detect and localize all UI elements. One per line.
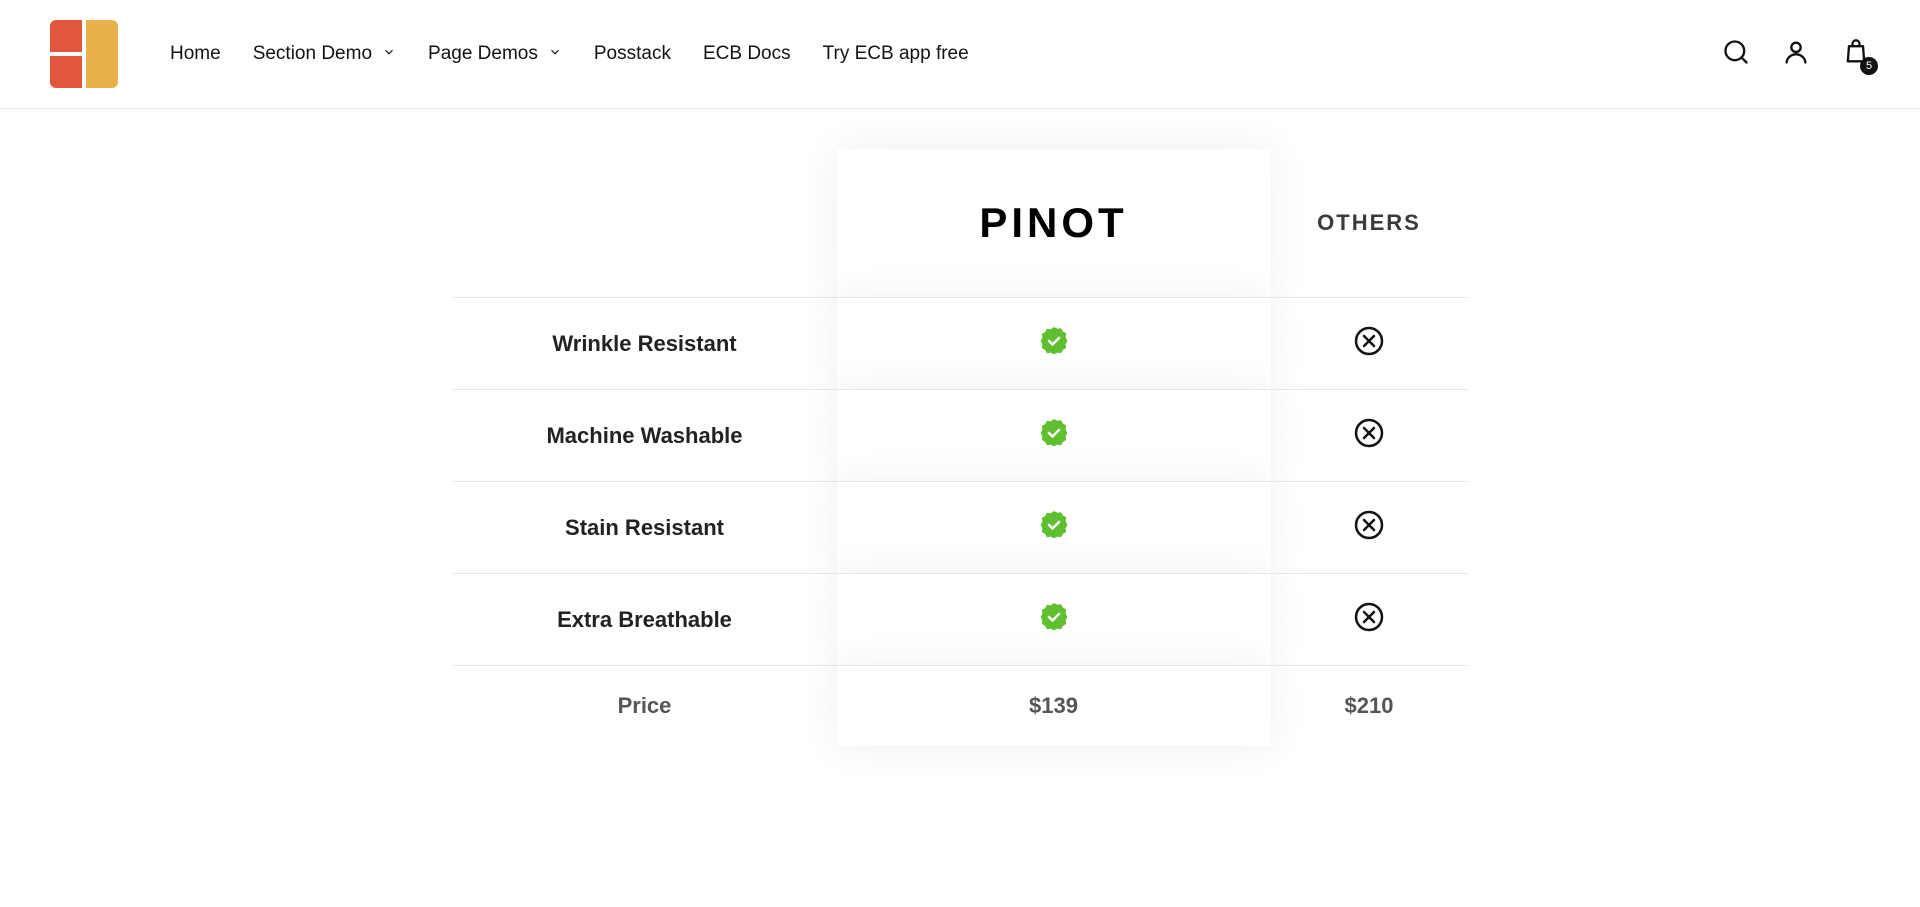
comparison-table: PINOT OTHERS Wrinkle ResistantMachine Wa…: [453, 149, 1468, 746]
nav-label: Page Demos: [428, 43, 538, 65]
nav-try-ecb[interactable]: Try ECB app free: [823, 43, 969, 65]
price-row: Price$139$210: [453, 666, 1468, 747]
others-label: OTHERS: [1281, 210, 1458, 236]
header-actions: 5: [1722, 38, 1870, 71]
nav-label: Try ECB app free: [823, 43, 969, 65]
table-row: Stain Resistant: [453, 482, 1468, 574]
search-button[interactable]: [1722, 38, 1750, 71]
price-label: Price: [453, 666, 837, 747]
brand-cell: [837, 298, 1271, 390]
brand-cell: [837, 574, 1271, 666]
feature-label: Wrinkle Resistant: [453, 298, 837, 390]
search-icon: [1722, 38, 1750, 66]
other-cell: [1271, 390, 1468, 482]
brand-cell: [837, 482, 1271, 574]
x-circle-icon: [1353, 509, 1385, 541]
x-circle-icon: [1353, 325, 1385, 357]
table-row: Extra Breathable: [453, 574, 1468, 666]
table-row: Machine Washable: [453, 390, 1468, 482]
check-badge-icon: [1038, 601, 1070, 633]
check-badge-icon: [1038, 509, 1070, 541]
brand-logo-text: PINOT: [847, 199, 1261, 247]
x-circle-icon: [1353, 417, 1385, 449]
nav-posstack[interactable]: Posstack: [594, 43, 671, 65]
main-content: PINOT OTHERS Wrinkle ResistantMachine Wa…: [0, 109, 1920, 786]
nav-page-demos[interactable]: Page Demos: [428, 43, 562, 65]
nav-label: Posstack: [594, 43, 671, 65]
other-cell: [1271, 482, 1468, 574]
brand-price: $139: [837, 666, 1271, 747]
other-cell: [1271, 574, 1468, 666]
cart-button[interactable]: 5: [1842, 38, 1870, 71]
site-header: Home Section Demo Page Demos Posstack EC…: [0, 0, 1920, 109]
feature-label: Extra Breathable: [453, 574, 837, 666]
nav-label: Home: [170, 43, 221, 65]
site-logo[interactable]: [50, 20, 118, 88]
table-header-row: PINOT OTHERS: [453, 149, 1468, 298]
others-header: OTHERS: [1271, 149, 1468, 298]
nav-ecb-docs[interactable]: ECB Docs: [703, 43, 791, 65]
chevron-down-icon: [548, 43, 562, 65]
check-badge-icon: [1038, 417, 1070, 449]
table-row: Wrinkle Resistant: [453, 298, 1468, 390]
x-circle-icon: [1353, 601, 1385, 633]
nav-label: Section Demo: [253, 43, 372, 65]
user-icon: [1782, 38, 1810, 66]
other-price: $210: [1271, 666, 1468, 747]
chevron-down-icon: [382, 43, 396, 65]
nav-section-demo[interactable]: Section Demo: [253, 43, 396, 65]
feature-label: Stain Resistant: [453, 482, 837, 574]
main-nav: Home Section Demo Page Demos Posstack EC…: [170, 43, 969, 65]
feature-label: Machine Washable: [453, 390, 837, 482]
account-button[interactable]: [1782, 38, 1810, 71]
nav-label: ECB Docs: [703, 43, 791, 65]
other-cell: [1271, 298, 1468, 390]
cart-count-badge: 5: [1860, 57, 1878, 75]
brand-cell: [837, 390, 1271, 482]
check-badge-icon: [1038, 325, 1070, 357]
nav-home[interactable]: Home: [170, 43, 221, 65]
brand-header: PINOT: [837, 149, 1271, 298]
